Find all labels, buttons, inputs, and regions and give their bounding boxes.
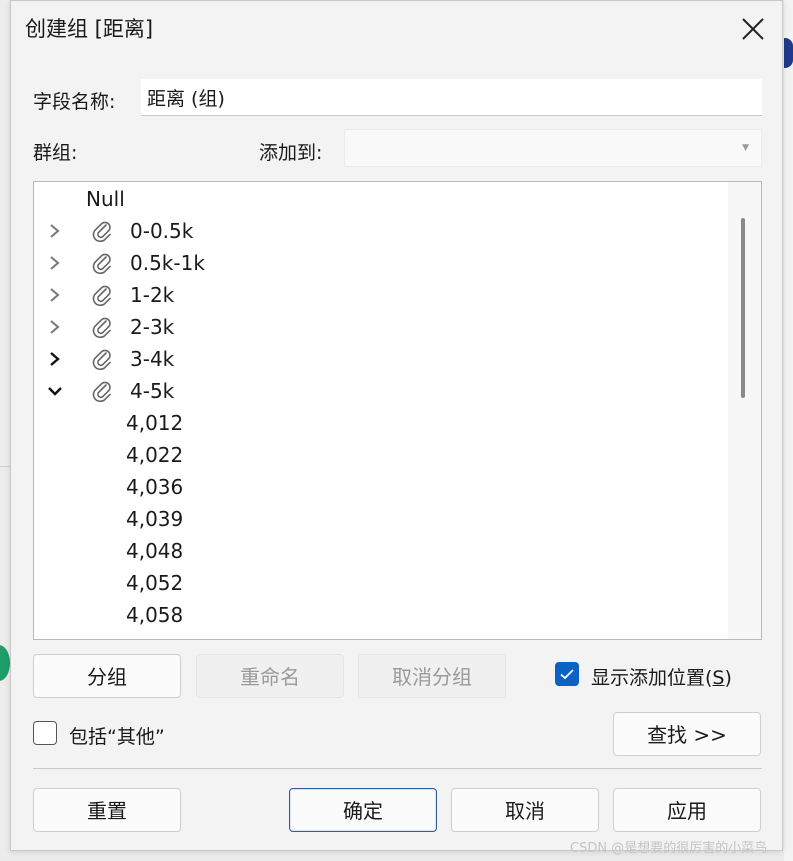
tree-item-label: 0.5k-1k [130, 251, 205, 275]
close-icon [742, 18, 764, 40]
dialog-title: 创建组 [距离] [25, 17, 154, 41]
dropdown-caret-icon: ▼ [742, 143, 749, 153]
apply-button[interactable]: 应用 [613, 788, 761, 832]
tree-item-label: 3-4k [130, 347, 175, 371]
tree-value-label: 4,039 [126, 507, 184, 531]
tree-item-label: 2-3k [130, 315, 175, 339]
field-name-input[interactable] [141, 79, 762, 116]
tree-value-item[interactable]: 4,012 [34, 407, 724, 439]
tree-item-label: 0-0.5k [130, 219, 194, 243]
background-accent [784, 38, 793, 68]
show-add-location-text: 显示添加位置( [591, 667, 713, 689]
tree-group-item[interactable]: 0.5k-1k [34, 247, 724, 279]
create-group-dialog: 创建组 [距离] 字段名称: 群组: 添加到: ▼ Null 0-0.5k [10, 0, 783, 851]
background-line [0, 466, 10, 467]
tree-group-item[interactable]: 2-3k [34, 311, 724, 343]
tree-item-label: 1-2k [130, 283, 175, 307]
reset-button[interactable]: 重置 [33, 788, 181, 832]
paperclip-icon [90, 347, 114, 371]
tree-value-label: 4,048 [126, 539, 184, 563]
tree-value-label: 4,036 [126, 475, 184, 499]
add-to-label: 添加到: [259, 142, 323, 164]
chevron-right-icon[interactable] [44, 279, 66, 311]
background-window-edge [784, 0, 793, 861]
show-add-location-checkbox[interactable] [555, 662, 579, 686]
mnemonic-key: S [712, 667, 725, 689]
tree-value-label: 4,022 [126, 443, 184, 467]
scrollbar-thumb[interactable] [741, 218, 745, 398]
tree-value-label: 4,052 [126, 571, 184, 595]
show-add-location-label[interactable]: 显示添加位置(S) [591, 663, 732, 690]
show-add-location-suffix: ) [724, 667, 732, 689]
ok-button[interactable]: 确定 [289, 788, 437, 832]
tree-value-label: 4,058 [126, 603, 184, 627]
paperclip-icon [90, 219, 114, 243]
paperclip-icon [90, 251, 114, 275]
tree-group-item[interactable]: 4-5k [34, 375, 724, 407]
chevron-down-icon[interactable] [44, 375, 66, 407]
field-name-label: 字段名称: [33, 91, 116, 113]
cancel-button[interactable]: 取消 [451, 788, 599, 832]
tree-value-item[interactable]: 4,058 [34, 599, 724, 631]
paperclip-icon [90, 379, 114, 403]
rename-button[interactable]: 重命名 [196, 654, 344, 698]
close-button[interactable] [733, 9, 773, 49]
tree-value-item[interactable]: 4,036 [34, 471, 724, 503]
group-button[interactable]: 分组 [33, 654, 181, 698]
paperclip-icon [90, 283, 114, 307]
tree-group-item[interactable]: 0-0.5k [34, 215, 724, 247]
find-button[interactable]: 查找 >> [613, 712, 761, 756]
tree-value-label: 4,012 [126, 411, 184, 435]
tree-value-item[interactable]: 4,048 [34, 535, 724, 567]
tree-value-item[interactable]: 4,052 [34, 567, 724, 599]
include-other-label[interactable]: 包括“其他” [69, 722, 165, 749]
tree-group-item[interactable]: 3-4k [34, 343, 724, 375]
tree-value-item[interactable]: 4,039 [34, 503, 724, 535]
tree-group-item[interactable]: 1-2k [34, 279, 724, 311]
chevron-right-icon[interactable] [44, 343, 66, 375]
ungroup-button[interactable]: 取消分组 [358, 654, 506, 698]
chevron-right-icon[interactable] [44, 311, 66, 343]
checkmark-icon [560, 669, 574, 680]
include-other-checkbox[interactable] [33, 721, 57, 745]
tree-item-label: 4-5k [130, 379, 175, 403]
paperclip-icon [90, 315, 114, 339]
background-green-indicator [0, 645, 10, 681]
groups-tree[interactable]: Null 0-0.5k 0.5k-1k 1-2k 2-3k 3-4k 4-5k … [33, 181, 762, 640]
tree-value-item[interactable]: 4,022 [34, 439, 724, 471]
watermark: CSDN @是想要的很厉害的小菜鸟 [570, 841, 768, 856]
separator [33, 768, 762, 769]
add-to-select[interactable]: ▼ [344, 129, 762, 167]
groups-label: 群组: [33, 142, 78, 164]
chevron-right-icon[interactable] [44, 215, 66, 247]
chevron-right-icon[interactable] [44, 247, 66, 279]
tree-item-null[interactable]: Null [34, 183, 724, 215]
tree-item-label: Null [86, 187, 125, 211]
